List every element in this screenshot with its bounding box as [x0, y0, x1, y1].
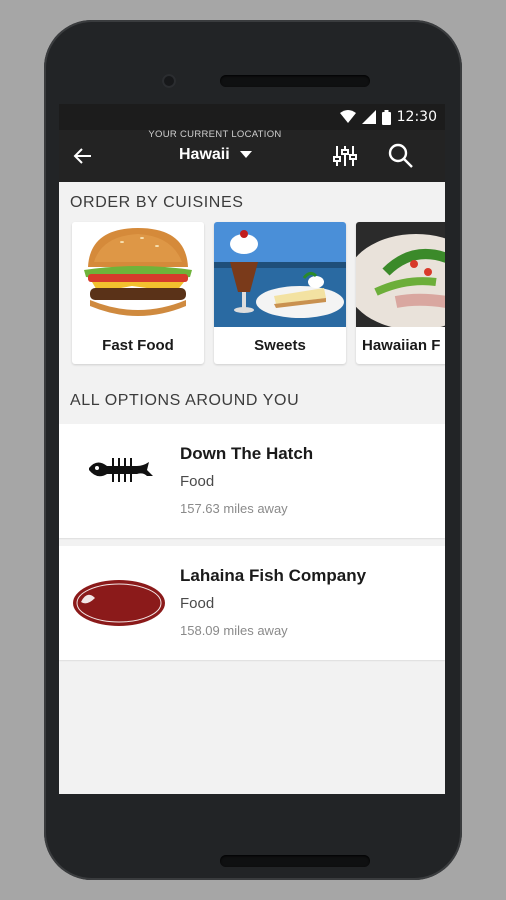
- cuisine-label: Fast Food: [102, 337, 174, 354]
- search-icon[interactable]: [387, 142, 415, 170]
- options-section-title: ALL OPTIONS AROUND YOU: [70, 392, 300, 409]
- bottom-speaker: [220, 855, 370, 867]
- front-camera: [162, 74, 176, 88]
- cuisines-carousel[interactable]: Fast Food Sweets Hawaiian F: [72, 222, 445, 364]
- wifi-icon: [339, 110, 356, 124]
- restaurant-category: Food: [180, 473, 215, 490]
- app-bar: YOUR CURRENT LOCATION Hawaii: [59, 129, 445, 182]
- chevron-down-icon: [239, 146, 252, 164]
- app-screen: 12:30 YOUR CURRENT LOCATION Hawaii ORDER…: [59, 104, 445, 794]
- status-time: 12:30: [396, 109, 437, 125]
- cuisine-label: Sweets: [254, 337, 306, 354]
- burger-image: [72, 222, 204, 327]
- lahaina-fish-co-logo: [67, 570, 171, 636]
- restaurant-distance: 158.09 miles away: [180, 623, 288, 638]
- cuisines-section-title: ORDER BY CUISINES: [70, 194, 244, 211]
- restaurant-name: Lahaina Fish Company: [180, 566, 367, 585]
- filter-sliders-icon[interactable]: [331, 142, 359, 170]
- status-bar: 12:30: [59, 104, 445, 130]
- restaurant-category: Food: [180, 595, 215, 612]
- hawaiian-food-image: [356, 222, 445, 327]
- location-name: Hawaii: [179, 146, 230, 163]
- cuisine-card-fast-food[interactable]: Fast Food: [72, 222, 204, 364]
- back-arrow-icon[interactable]: [71, 144, 95, 168]
- restaurant-item-lahaina-fish-company[interactable]: Lahaina Fish Company Food 158.09 miles a…: [59, 546, 445, 660]
- cuisine-label: Hawaiian F: [362, 337, 441, 354]
- battery-icon: [381, 109, 391, 125]
- down-the-hatch-logo: [67, 448, 171, 514]
- restaurant-name: Down The Hatch: [180, 444, 314, 463]
- location-caption: YOUR CURRENT LOCATION: [148, 129, 282, 140]
- sweets-image: [214, 222, 346, 327]
- cuisine-card-sweets[interactable]: Sweets: [214, 222, 346, 364]
- top-speaker: [220, 75, 370, 87]
- restaurant-distance: 157.63 miles away: [180, 501, 288, 516]
- signal-icon: [361, 110, 376, 124]
- location-selector[interactable]: Hawaii: [179, 146, 252, 164]
- restaurant-item-down-the-hatch[interactable]: Down The Hatch Food 157.63 miles away: [59, 424, 445, 538]
- cuisine-card-hawaiian[interactable]: Hawaiian F: [356, 222, 445, 364]
